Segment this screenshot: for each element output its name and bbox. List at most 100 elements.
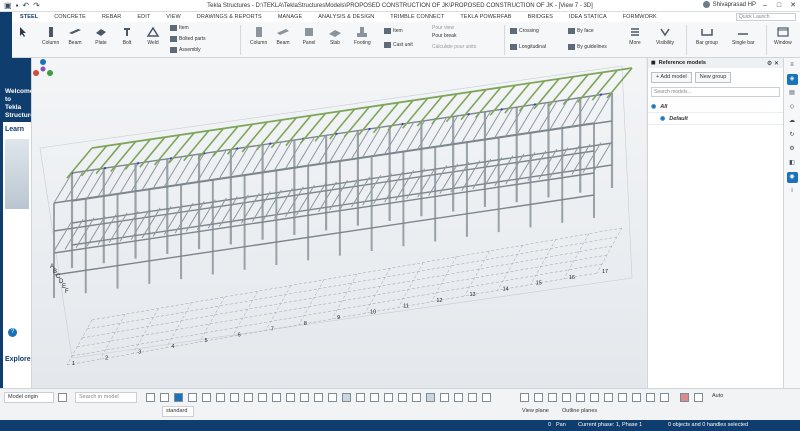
steel-weld-button[interactable]: Weld [146,26,160,46]
select-all-icon[interactable] [146,393,155,402]
snap-reference-icon[interactable] [342,393,351,402]
snap-ring-icon[interactable] [548,393,557,402]
snap-arc-icon[interactable] [412,393,421,402]
snap-grid-icon[interactable] [328,393,337,402]
learn-thumbnail[interactable] [5,139,29,209]
snap-square-icon[interactable] [520,393,529,402]
snap-clash-icon[interactable] [680,393,689,402]
snap-diagonal-icon[interactable] [590,393,599,402]
add-icon[interactable] [58,393,67,402]
concrete-column-button[interactable]: Column [250,26,267,46]
undo-icon[interactable]: ↶ [22,1,29,10]
snap-edge-icon[interactable] [632,393,641,402]
window-button[interactable]: Window [774,26,792,46]
tab-trimble-connect[interactable]: TRIMBLE CONNECT [382,12,452,22]
by-face-button[interactable]: By face [568,28,594,34]
tab-edit[interactable]: EDIT [129,12,158,22]
tab-rebar[interactable]: REBAR [94,12,129,22]
snap-mid-icon[interactable] [258,393,267,402]
properties-icon[interactable]: ≡ [787,60,798,71]
catalog-icon[interactable]: ▤ [787,88,798,99]
snap-box-icon[interactable] [618,393,627,402]
by-guidelines-button[interactable]: By guidelines [568,44,607,50]
snap-circle-icon[interactable] [534,393,543,402]
model-origin-select[interactable]: Model origin [4,392,54,403]
steel-beam-button[interactable]: Beam [68,26,82,46]
select-welds-icon[interactable] [202,393,211,402]
steel-bolt-button[interactable]: Bolt [120,26,134,46]
select-parts-icon[interactable] [160,393,169,402]
snap-line-icon[interactable] [216,393,225,402]
app-menu-icon[interactable]: ▣ [4,1,12,10]
close-icon[interactable]: ✕ [786,0,800,12]
item-button[interactable]: Item [170,25,189,31]
snap-line-extension-icon[interactable] [426,393,435,402]
steel-plate-button[interactable]: Plate [94,26,108,46]
concrete-item-button[interactable]: Item [384,28,403,34]
view-plane-select[interactable]: View plane [522,408,549,414]
tab-tekla-powerfab[interactable]: TEKLA POWERFAB [452,12,519,22]
snap-intersection-icon[interactable] [272,393,281,402]
more-button[interactable]: More [628,26,642,46]
eye-icon[interactable]: ◉ [651,103,656,110]
info-icon[interactable]: i [787,186,798,197]
tab-steel[interactable]: STEEL [12,12,47,23]
structure-model[interactable]: ABCDEF1234567891011121314151617 [32,58,646,388]
search-in-model-input[interactable]: Search in model [75,392,137,403]
snap-cross-icon[interactable] [576,393,585,402]
search-models-input[interactable]: Search models... [651,87,780,97]
select-components-icon[interactable] [174,393,183,402]
user-account[interactable]: Shivaprasad HP [702,1,756,8]
save-icon[interactable]: ▪ [16,1,19,10]
crossing-button[interactable]: Crossing [510,28,539,34]
cloud-icon[interactable]: ☁ [787,116,798,127]
tab-analysis-design[interactable]: ANALYSIS & DESIGN [310,12,382,22]
visibility-button[interactable]: Visibility [656,26,674,46]
snap-tangent-icon[interactable] [384,393,393,402]
maximize-icon[interactable]: □ [772,0,786,12]
model-view-3d[interactable]: A B C D E F 1 2 3 4 5 6 7 8 9 10 11 12 13 14 15 16 17 [32,58,646,388]
snap-point-icon[interactable] [230,393,239,402]
cast-unit-button[interactable]: Cast unit [384,42,413,48]
redo-icon[interactable]: ↷ [33,1,40,10]
concrete-panel-button[interactable]: Panel [302,26,316,46]
snap-free-icon[interactable] [440,393,449,402]
concrete-slab-button[interactable]: Slab [328,26,342,46]
tab-drawings-reports[interactable]: DRAWINGS & REPORTS [189,12,270,22]
snap-line-end-icon[interactable] [604,393,613,402]
snap-end-icon[interactable] [244,393,253,402]
select-bolts-icon[interactable] [188,393,197,402]
concrete-footing-button[interactable]: Footing [354,26,371,46]
snap-override-icon[interactable] [454,393,463,402]
layers-icon[interactable]: ◧ [787,158,798,169]
pour-break-button[interactable]: Pour break [432,33,456,39]
snap-any-icon[interactable] [314,393,323,402]
list-item-all[interactable]: ◉ All [648,101,783,113]
snap-depth-icon[interactable] [468,393,477,402]
snap-face-icon[interactable] [646,393,655,402]
new-group-button[interactable]: New group [694,72,732,83]
settings-icon[interactable]: ⚙ [787,144,798,155]
select-tool-button[interactable] [16,26,30,40]
applications-icon[interactable]: ◇ [787,102,798,113]
assembly-button[interactable]: Assembly [170,47,201,53]
bar-group-button[interactable]: Bar group [696,26,718,46]
snap-plane-icon[interactable] [482,393,491,402]
snap-extension-icon[interactable] [398,393,407,402]
snap-mode-label[interactable]: Auto [712,393,723,399]
quick-launch-input[interactable]: Quick Launch [736,13,796,21]
pour-view-button[interactable]: Pour view [432,25,454,31]
snap-geometry-icon[interactable] [356,393,365,402]
list-item-default[interactable]: ◉ Default [648,113,783,125]
longitudinal-button[interactable]: Longitudinal [510,44,546,50]
sync-icon[interactable]: ↻ [787,130,798,141]
single-bar-button[interactable]: Single bar [732,26,755,46]
tab-formwork[interactable]: FORMWORK [615,12,665,22]
view-navigation-icon[interactable] [32,58,54,80]
snap-nearest-icon[interactable] [300,393,309,402]
outline-planes-select[interactable]: Outline planes [562,408,597,414]
tab-view[interactable]: VIEW [158,12,188,22]
tab-bridges[interactable]: BRIDGES [520,12,561,22]
snap-triangle-icon[interactable] [562,393,571,402]
object-browser-icon[interactable]: ◉ [786,172,798,183]
